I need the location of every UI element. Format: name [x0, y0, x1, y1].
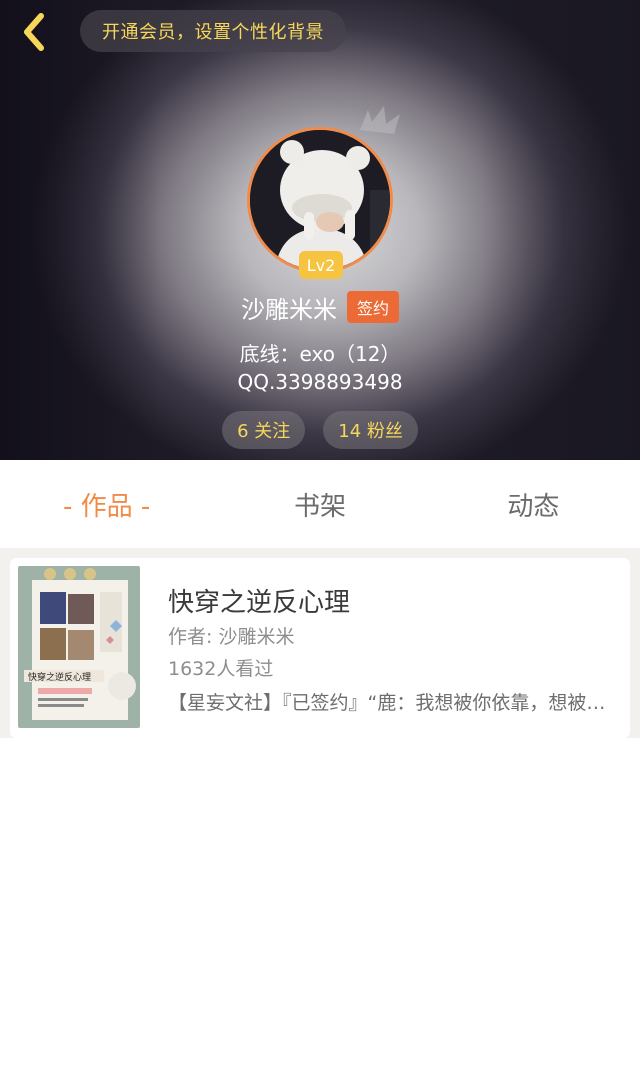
book-views: 1632人看过: [168, 658, 274, 680]
book-description: 【星妄文社】『已签约』“鹿：我想被你依靠，想被你信任，想成为你的唯一。”: [168, 692, 620, 714]
tab-bar: - 作品 - 书架 动态: [0, 460, 640, 548]
section-divider: [0, 548, 640, 558]
avatar-container[interactable]: Lv2: [247, 127, 393, 279]
username: 沙雕米米: [240, 295, 337, 324]
bio: 底线：exo（12） QQ.3398893498: [0, 340, 640, 396]
followers-button[interactable]: 14 粉丝: [323, 411, 418, 449]
following-button[interactable]: 6 关注: [222, 411, 306, 449]
vip-banner[interactable]: 开通会员，设置个性化背景: [80, 10, 346, 52]
stats-row: 6 关注 14 粉丝: [0, 411, 640, 449]
tab-works[interactable]: - 作品 -: [0, 460, 213, 548]
signed-badge: 签约: [346, 291, 399, 323]
profile-header: 开通会员，设置个性化背景 Lv2 沙雕米米 签约 底线：exo（12） QQ.3…: [0, 0, 640, 460]
tab-activity[interactable]: 动态: [427, 460, 640, 548]
tab-bookshelf[interactable]: 书架: [213, 460, 426, 548]
bio-line-2: QQ.3398893498: [237, 370, 403, 394]
book-author: 作者: 沙雕米米: [168, 626, 295, 648]
book-card[interactable]: 快穿之逆反心理 快穿之逆反心理 作者: 沙雕米米 1632人看过 【星妄文社】『…: [10, 558, 630, 738]
book-title[interactable]: 快穿之逆反心理: [168, 582, 350, 619]
chevron-left-icon: [24, 13, 44, 51]
cover-title-text: 快穿之逆反心理: [28, 671, 91, 683]
bio-line-1: 底线：exo（12）: [239, 342, 401, 366]
level-badge: Lv2: [299, 251, 343, 279]
name-row: 沙雕米米 签约: [0, 290, 640, 324]
back-button[interactable]: [12, 10, 56, 54]
book-cover: 快穿之逆反心理: [18, 566, 140, 728]
